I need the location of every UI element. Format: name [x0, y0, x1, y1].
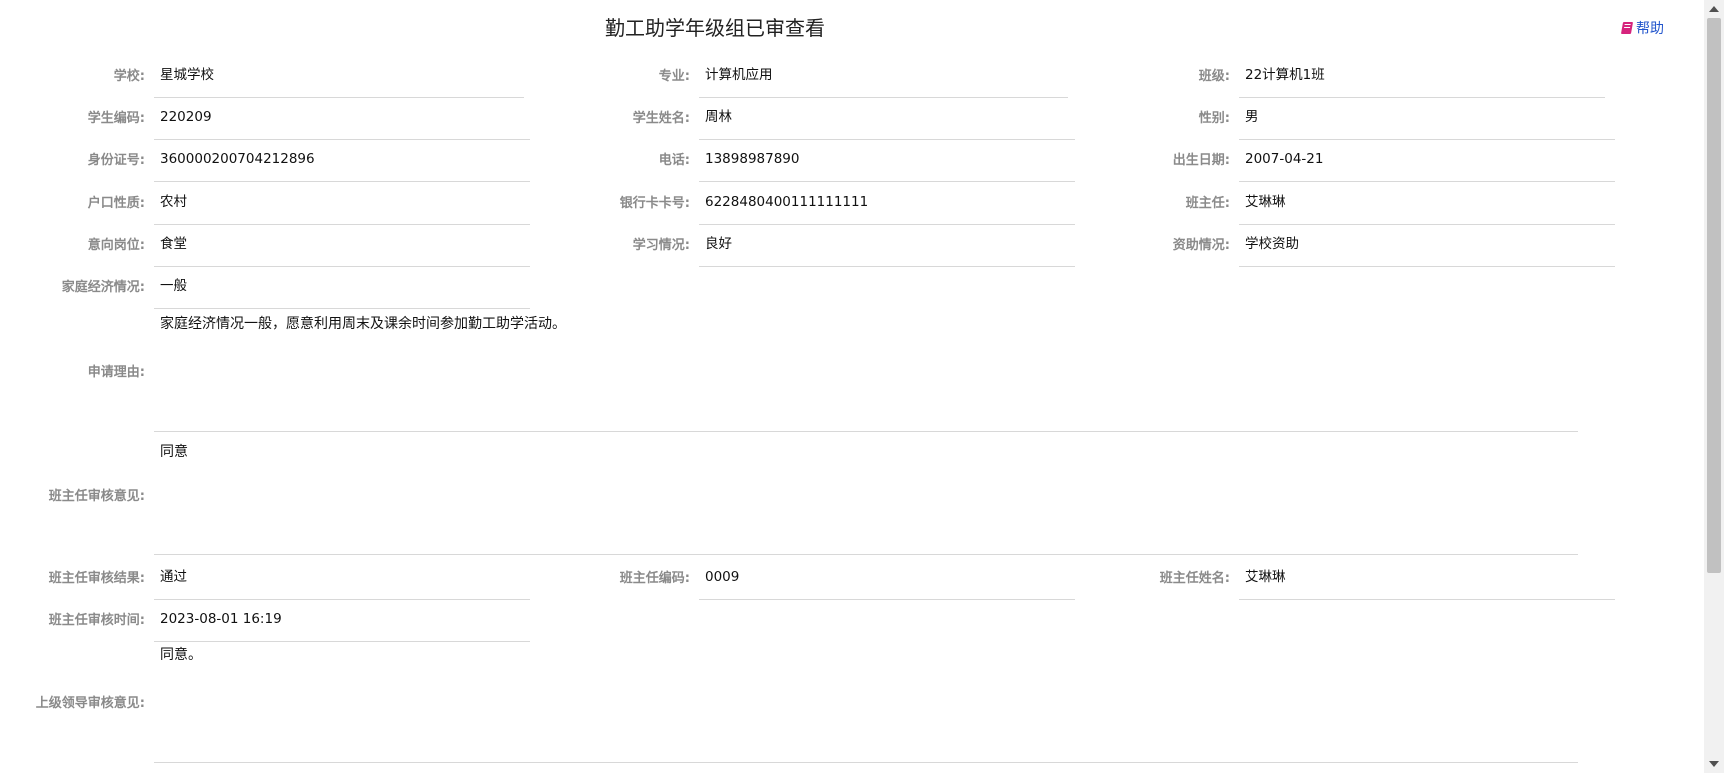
gender-value: 男 [1239, 98, 1615, 140]
teacher-opinion-area: 班主任审核意见: 同意 [0, 433, 1700, 556]
student-name-value: 周林 [699, 98, 1075, 140]
teacher-opinion-label: 班主任审核意见: [48, 489, 145, 504]
birth-date-value: 2007-04-21 [1239, 140, 1615, 182]
scroll-down-icon[interactable] [1709, 761, 1719, 767]
family-economy-label: 家庭经济情况: [61, 280, 145, 295]
study-status-value: 良好 [699, 225, 1075, 267]
study-status-label: 学习情况: [632, 238, 690, 253]
phone-value: 13898987890 [699, 140, 1075, 182]
form-row: 意向岗位: 食堂 学习情况: 良好 资助情况: 学校资助 [0, 225, 1700, 267]
book-icon [1620, 22, 1634, 34]
family-economy-value: 一般 [154, 267, 530, 309]
phone-label: 电话: [658, 153, 690, 168]
teacher-time-label: 班主任审核时间: [48, 613, 145, 628]
id-card-value: 360000200704212896 [154, 140, 530, 182]
teacher-result-value: 通过 [154, 558, 530, 600]
teacher-opinion-value: 同意 [154, 433, 1578, 555]
apply-reason-value: 家庭经济情况一般，愿意利用周末及课余时间参加勤工助学活动。 [154, 309, 1578, 432]
student-id-label: 学生编码: [87, 111, 145, 126]
teacher-code-label: 班主任编码: [619, 571, 690, 586]
scroll-up-icon[interactable] [1709, 6, 1719, 12]
class-value: 22计算机1班 [1239, 56, 1605, 98]
class-label: 班级: [1198, 69, 1230, 84]
scroll-thumb[interactable] [1707, 18, 1721, 573]
form-row: 班主任审核时间: 2023-08-01 16:19 [0, 600, 1700, 642]
gender-label: 性别: [1198, 111, 1230, 126]
student-id-value: 220209 [154, 98, 530, 140]
student-name-label: 学生姓名: [632, 111, 690, 126]
apply-reason-area: 申请理由: 家庭经济情况一般，愿意利用周末及课余时间参加勤工助学活动。 [0, 309, 1700, 433]
intended-post-label: 意向岗位: [87, 238, 145, 253]
vertical-scrollbar[interactable] [1704, 0, 1724, 773]
form-row: 户口性质: 农村 银行卡卡号: 6228480400111111111 班主任:… [0, 183, 1700, 225]
form-row: 身份证号: 360000200704212896 电话: 13898987890… [0, 140, 1700, 182]
household-label: 户口性质: [87, 196, 145, 211]
intended-post-value: 食堂 [154, 225, 530, 267]
aid-status-label: 资助情况: [1172, 238, 1230, 253]
major-label: 专业: [658, 69, 690, 84]
leader-opinion-value: 同意。 [154, 643, 1578, 763]
form-row: 学生编码: 220209 学生姓名: 周林 性别: 男 [0, 98, 1700, 140]
aid-status-value: 学校资助 [1239, 225, 1615, 267]
teacher-name-value: 艾琳琳 [1239, 558, 1615, 600]
page-title: 勤工助学年级组已审查看 [605, 16, 825, 40]
form-row: 家庭经济情况: 一般 [0, 267, 1700, 309]
birth-date-label: 出生日期: [1172, 153, 1230, 168]
help-link[interactable]: 帮助 [1620, 18, 1664, 38]
household-value: 农村 [154, 183, 530, 225]
teacher-result-label: 班主任审核结果: [48, 571, 145, 586]
school-label: 学校: [113, 69, 145, 84]
form-row: 班主任审核结果: 通过 班主任编码: 0009 班主任姓名: 艾琳琳 [0, 558, 1700, 600]
head-teacher-label: 班主任: [1185, 196, 1230, 211]
bank-card-value: 6228480400111111111 [699, 183, 1075, 225]
teacher-code-value: 0009 [699, 558, 1075, 600]
help-label: 帮助 [1636, 21, 1664, 37]
bank-card-label: 银行卡卡号: [619, 196, 690, 211]
apply-reason-label: 申请理由: [87, 365, 145, 380]
major-value: 计算机应用 [699, 56, 1068, 98]
school-value: 星城学校 [154, 56, 524, 98]
teacher-name-label: 班主任姓名: [1159, 571, 1230, 586]
teacher-time-value: 2023-08-01 16:19 [154, 600, 530, 642]
page: 勤工助学年级组已审查看 帮助 学校: 星城学校 专业: 计算机应用 班级: 22… [0, 0, 1724, 773]
head-teacher-value: 艾琳琳 [1239, 183, 1615, 225]
id-card-label: 身份证号: [87, 153, 145, 168]
leader-opinion-area: 上级领导审核意见: 同意。 [0, 643, 1700, 765]
form-row: 学校: 星城学校 专业: 计算机应用 班级: 22计算机1班 [0, 56, 1700, 98]
leader-opinion-label: 上级领导审核意见: [35, 696, 145, 711]
